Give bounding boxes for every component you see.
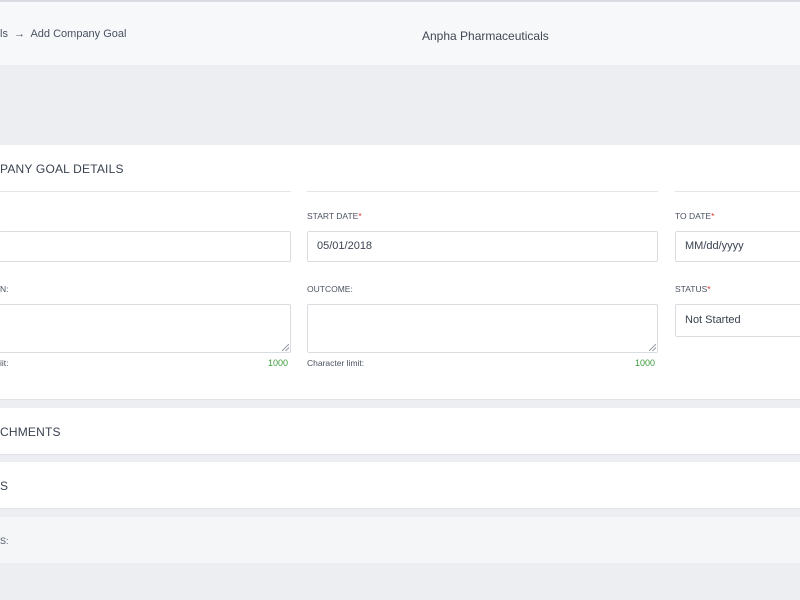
start-date-label: START DATE* — [307, 211, 362, 221]
divider — [0, 191, 291, 192]
info-row-label: S: — [0, 536, 9, 546]
description-char-limit-label: iit: — [0, 358, 9, 368]
goal-name-input[interactable] — [0, 231, 291, 262]
status-select[interactable]: Not Started — [675, 304, 800, 337]
outcome-char-count: 1000 — [635, 358, 656, 368]
resize-handle-icon[interactable] — [649, 344, 656, 351]
status-label: STATUS* — [675, 284, 711, 294]
outcome-label: OUTCOME: — [307, 284, 353, 294]
description-label: N: — [0, 284, 9, 294]
to-date-label: TO DATE* — [675, 211, 715, 221]
required-mark: * — [358, 211, 362, 221]
resize-handle-icon[interactable] — [282, 344, 289, 351]
info-row: S: — [0, 517, 800, 563]
page-header: ls → Add Company Goal Anpha Pharmaceutic… — [0, 2, 800, 65]
start-date-input[interactable]: 05/01/2018 — [307, 231, 658, 262]
company-goal-details-card: PANY GOAL DETAILS START DATE* 05/01/2018… — [0, 145, 800, 400]
breadcrumb: ls → Add Company Goal — [0, 28, 126, 40]
collapsed-section-card[interactable]: S — [0, 462, 800, 509]
company-name: Anpha Pharmaceuticals — [422, 29, 549, 43]
section-title: S — [0, 479, 9, 493]
description-textarea[interactable] — [0, 304, 291, 353]
divider — [675, 191, 800, 192]
required-mark: * — [711, 211, 715, 221]
section-title-details: PANY GOAL DETAILS — [0, 162, 124, 176]
breadcrumb-link-prev[interactable]: ls — [0, 28, 8, 40]
breadcrumb-current: Add Company Goal — [30, 28, 127, 40]
required-mark: * — [707, 284, 711, 294]
divider — [307, 191, 658, 192]
description-char-count: 1000 — [268, 358, 289, 368]
section-title-attachments: CHMENTS — [0, 425, 61, 439]
arrow-right-icon: → — [14, 28, 26, 40]
attachments-card[interactable]: CHMENTS — [0, 408, 800, 455]
outcome-textarea[interactable] — [307, 304, 658, 353]
outcome-char-limit-label: Character limit: — [307, 358, 365, 368]
to-date-input[interactable]: MM/dd/yyyy — [675, 231, 800, 262]
